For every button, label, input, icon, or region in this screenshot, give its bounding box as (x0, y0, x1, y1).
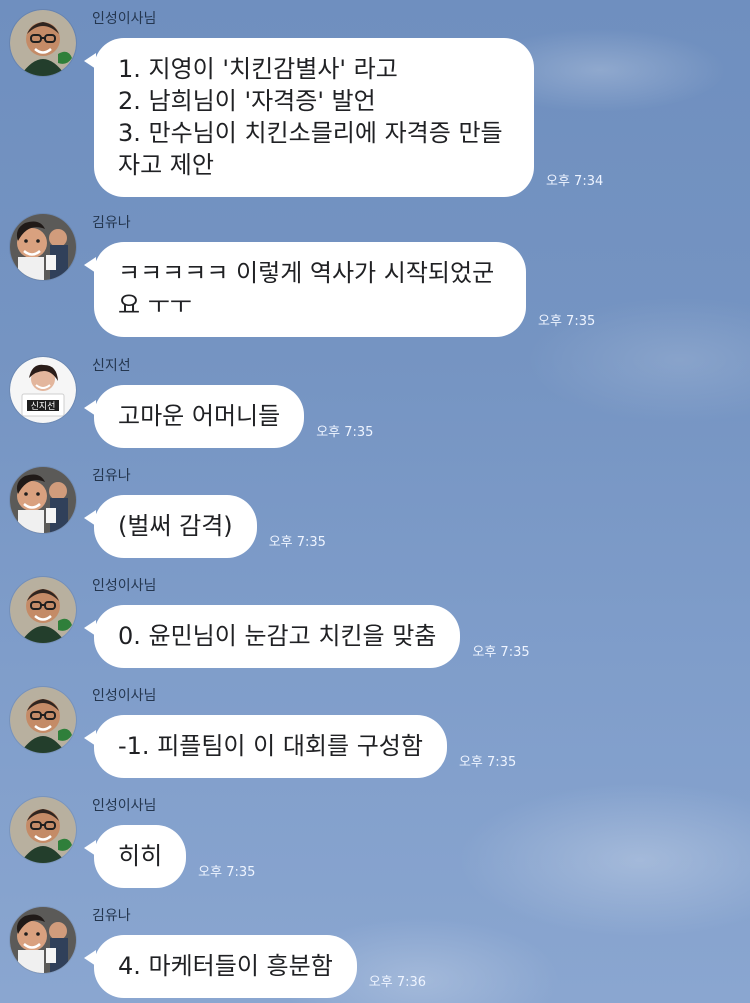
sender-name: 인성이사님 (92, 798, 157, 814)
avatar-icon[interactable]: 신지선 (10, 357, 76, 423)
message-bubble[interactable]: 0. 윤민님이 눈감고 치킨을 맞춤 (83, 605, 461, 668)
message-bubble[interactable]: 고마운 어머니들 (83, 385, 305, 448)
sender-name: 김유나 (92, 908, 131, 924)
message-row: -1. 피플팀이 이 대회를 구성함 오후 7:35 (84, 715, 517, 778)
message-row: 고마운 어머니들 오후 7:35 (83, 385, 374, 448)
avatar-icon[interactable] (10, 214, 76, 280)
avatar-icon[interactable] (10, 577, 76, 643)
message-bubble[interactable]: -1. 피플팀이 이 대회를 구성함 (84, 715, 447, 778)
sender-name: 김유나 (92, 468, 131, 484)
message-time: 오후 7:35 (458, 755, 517, 770)
message-time: 오후 7:35 (472, 645, 530, 660)
message-row: 0. 윤민님이 눈감고 치킨을 맞춤 오후 7:35 (83, 605, 530, 668)
avatar-icon[interactable] (10, 467, 76, 533)
message-time: 오후 7:36 (368, 975, 427, 990)
message-bubble[interactable]: 4. 마케터들이 흥분함 (84, 935, 357, 998)
avatar-icon[interactable] (10, 797, 76, 863)
sender-name: 인성이사님 (92, 578, 157, 594)
message-time: 오후 7:34 (546, 174, 604, 189)
message-time: 오후 7:35 (198, 865, 256, 880)
message-row: (벌써 감격) 오후 7:35 (84, 495, 326, 558)
avatar-icon[interactable] (10, 10, 76, 76)
sender-name: 김유나 (92, 215, 131, 231)
sender-name: 인성이사님 (92, 688, 157, 704)
message-row: 히히 오후 7:35 (83, 825, 256, 888)
message-row: ㅋㅋㅋㅋㅋ 이렇게 역사가 시작되었군 요 ㅜㅜ 오후 7:35 (84, 242, 596, 337)
message-time: 오후 7:35 (538, 314, 596, 329)
message-time: 오후 7:35 (268, 535, 326, 550)
avatar-badge-text: 신지선 (31, 401, 56, 412)
message-bubble[interactable]: 1. 지영이 '치킨감별사' 라고 2. 남희님이 '자격증' 발언 3. 만수… (84, 38, 534, 197)
message-row: 4. 마케터들이 흥분함 오후 7:36 (84, 935, 427, 998)
sender-name: 신지선 (92, 358, 131, 374)
message-bubble[interactable]: ㅋㅋㅋㅋㅋ 이렇게 역사가 시작되었군 요 ㅜㅜ (84, 242, 526, 337)
message-row: 1. 지영이 '치킨감별사' 라고 2. 남희님이 '자격증' 발언 3. 만수… (84, 38, 604, 197)
sender-name: 인성이사님 (92, 11, 157, 27)
message-time: 오후 7:35 (316, 425, 374, 440)
avatar-icon[interactable] (10, 907, 76, 973)
message-bubble[interactable]: (벌써 감격) (84, 495, 257, 558)
avatar-icon[interactable] (10, 687, 76, 753)
message-bubble[interactable]: 히히 (83, 825, 187, 888)
